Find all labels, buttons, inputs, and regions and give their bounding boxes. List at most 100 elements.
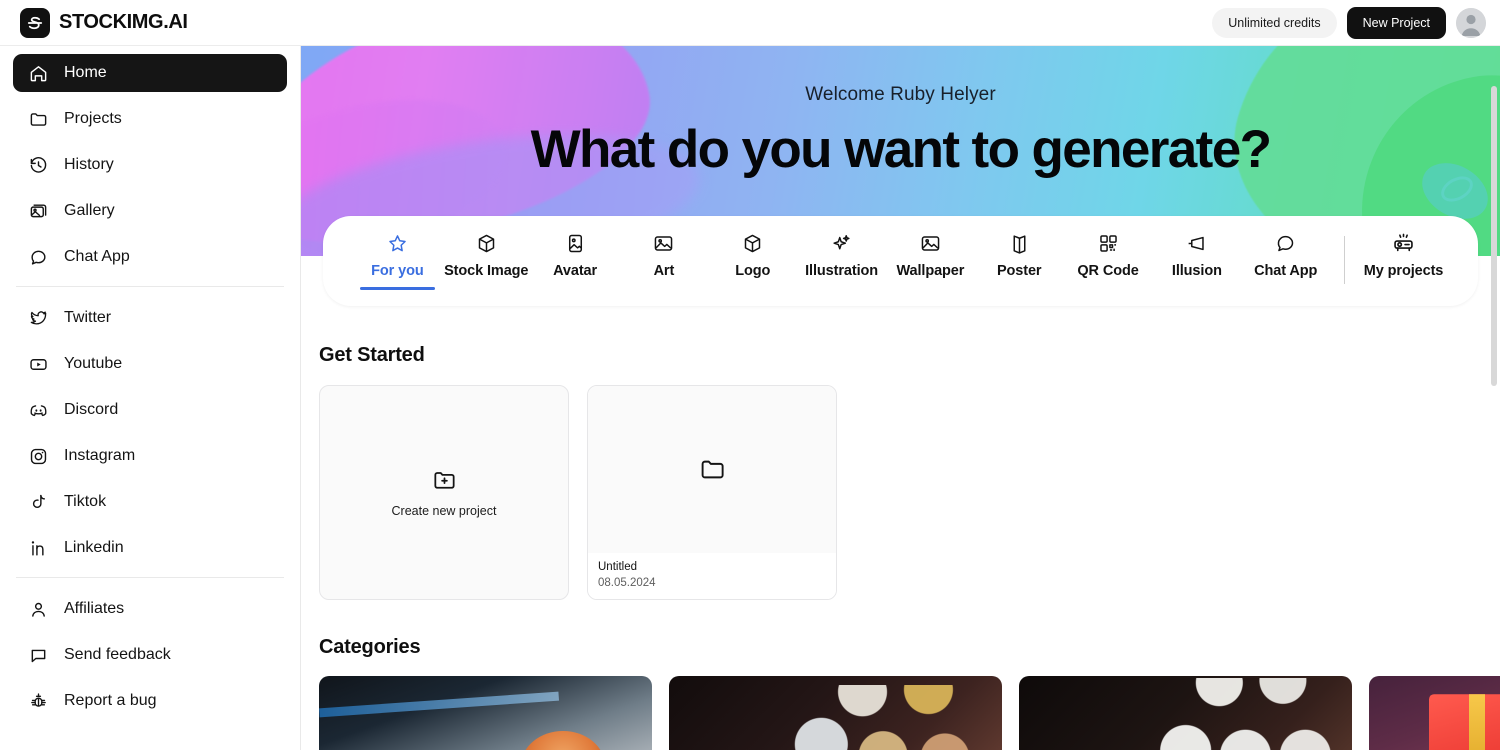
sidebar-item-label: Discord bbox=[64, 401, 119, 418]
box-icon bbox=[476, 232, 497, 254]
image-icon bbox=[653, 232, 674, 254]
app-root: STOCKIMG.AI Unlimited credits New Projec… bbox=[0, 0, 1500, 750]
sidebar-item-report-a-bug[interactable]: Report a bug bbox=[13, 682, 287, 720]
sidebar-divider-1 bbox=[16, 286, 284, 287]
tab-stock-image[interactable]: Stock Image bbox=[442, 232, 531, 290]
tab-poster[interactable]: Poster bbox=[975, 232, 1064, 290]
project-date: 08.05.2024 bbox=[598, 577, 656, 589]
tab-wallpaper[interactable]: Wallpaper bbox=[886, 232, 975, 290]
body: Home Projects History Gallery Chat App T… bbox=[0, 46, 1500, 750]
youtube-icon bbox=[29, 355, 48, 374]
tiktok-icon bbox=[29, 493, 48, 512]
credits-button[interactable]: Unlimited credits bbox=[1212, 7, 1337, 38]
category-thumb-1[interactable] bbox=[319, 676, 652, 750]
tab-label: Illustration bbox=[805, 263, 879, 279]
sidebar-item-youtube[interactable]: Youtube bbox=[13, 345, 287, 383]
tab-label: For you bbox=[371, 263, 424, 279]
tab-qr-code[interactable]: QR Code bbox=[1064, 232, 1153, 290]
project-card[interactable]: Untitled 08.05.2024 bbox=[587, 385, 837, 600]
sidebar-item-instagram[interactable]: Instagram bbox=[13, 437, 287, 475]
tab-label: Poster bbox=[996, 263, 1042, 279]
sidebar-item-label: History bbox=[64, 156, 114, 173]
tab-label: Illusion bbox=[1171, 263, 1222, 279]
sidebar-item-label: Instagram bbox=[64, 447, 136, 464]
tab-art[interactable]: Art bbox=[619, 232, 708, 290]
sidebar-item-history[interactable]: History bbox=[13, 146, 287, 184]
sidebar-item-linkedin[interactable]: Linkedin bbox=[13, 529, 287, 567]
map-icon bbox=[1009, 232, 1030, 254]
sidebar-item-home[interactable]: Home bbox=[13, 54, 287, 92]
sidebar-item-label: Send feedback bbox=[64, 646, 171, 663]
projector-icon bbox=[1392, 232, 1415, 254]
categories-title: Categories bbox=[319, 636, 421, 658]
sidebar-item-label: Projects bbox=[64, 110, 122, 127]
tab-divider bbox=[1344, 236, 1346, 284]
category-thumb-4[interactable] bbox=[1369, 676, 1500, 750]
sidebar-item-label: Chat App bbox=[64, 248, 130, 265]
tab-label: My projects bbox=[1363, 263, 1444, 279]
qr-code-icon bbox=[1098, 232, 1119, 254]
content-scroll-area: Get Started Create new project Untitled … bbox=[301, 256, 1500, 750]
welcome-text: Welcome Ruby Helyer bbox=[805, 84, 996, 105]
sidebar-item-tiktok[interactable]: Tiktok bbox=[13, 483, 287, 521]
sidebar-item-affiliates[interactable]: Affiliates bbox=[13, 590, 287, 628]
sidebar-item-send-feedback[interactable]: Send feedback bbox=[13, 636, 287, 674]
tab-label: Wallpaper bbox=[896, 263, 965, 279]
twitter-icon bbox=[29, 309, 48, 328]
sidebar-item-projects[interactable]: Projects bbox=[13, 100, 287, 138]
scrollbar-thumb[interactable] bbox=[1491, 86, 1497, 386]
image-icon bbox=[920, 232, 941, 254]
box-icon bbox=[742, 232, 763, 254]
project-meta: Untitled 08.05.2024 bbox=[588, 553, 836, 599]
sidebar-item-twitter[interactable]: Twitter bbox=[13, 299, 287, 337]
tab-label: QR Code bbox=[1077, 263, 1139, 279]
tabs: For you Stock Image Avatar Art Logo Illu… bbox=[353, 232, 1448, 290]
get-started-cards: Create new project Untitled 08.05.2024 bbox=[319, 385, 1482, 600]
stockimg-logo-icon bbox=[20, 7, 50, 38]
message-icon bbox=[29, 646, 48, 665]
sidebar-item-label: Twitter bbox=[64, 309, 112, 326]
page-title: What do you want to generate? bbox=[530, 120, 1272, 179]
instagram-icon bbox=[29, 447, 48, 466]
brand-name: STOCKIMG.AI bbox=[59, 11, 188, 33]
sidebar-item-chat-app[interactable]: Chat App bbox=[13, 238, 287, 276]
sidebar-item-label: Youtube bbox=[64, 355, 123, 372]
tab-label: Chat App bbox=[1254, 263, 1318, 279]
tab-label: Avatar bbox=[553, 263, 598, 279]
brand[interactable]: STOCKIMG.AI bbox=[14, 7, 188, 38]
new-project-button[interactable]: New Project bbox=[1346, 6, 1446, 39]
folder-icon bbox=[699, 456, 726, 483]
illusion-icon bbox=[1186, 232, 1207, 254]
sidebar-item-gallery[interactable]: Gallery bbox=[13, 192, 287, 230]
tab-avatar[interactable]: Avatar bbox=[531, 232, 620, 290]
get-started-title: Get Started bbox=[319, 344, 425, 366]
categories-row bbox=[319, 676, 1500, 750]
bug-icon bbox=[29, 692, 48, 711]
project-title: Untitled bbox=[598, 561, 637, 573]
header-actions: Unlimited credits New Project bbox=[1212, 6, 1486, 39]
folder-plus-icon bbox=[432, 468, 457, 493]
sidebar-item-label: Report a bug bbox=[64, 692, 157, 709]
sidebar-item-discord[interactable]: Discord bbox=[13, 391, 287, 429]
main-content: Welcome Ruby Helyer What do you want to … bbox=[301, 46, 1500, 750]
sidebar-item-label: Affiliates bbox=[64, 600, 125, 617]
user-avatar-icon[interactable] bbox=[1456, 7, 1486, 38]
tab-chat-app[interactable]: Chat App bbox=[1241, 232, 1330, 290]
home-icon bbox=[29, 64, 48, 83]
create-new-project-label: Create new project bbox=[391, 503, 497, 518]
create-new-project-card[interactable]: Create new project bbox=[319, 385, 569, 600]
sidebar-divider-2 bbox=[16, 577, 284, 578]
chat-bubble-icon bbox=[29, 248, 48, 267]
category-thumb-2[interactable] bbox=[669, 676, 1002, 750]
tab-my-projects[interactable]: My projects bbox=[1359, 232, 1448, 290]
folder-icon bbox=[29, 110, 48, 129]
tab-label: Stock Image bbox=[444, 263, 529, 279]
page-scrollbar[interactable] bbox=[1490, 46, 1498, 750]
category-thumb-3[interactable] bbox=[1019, 676, 1352, 750]
sparkle-icon bbox=[831, 232, 852, 254]
sidebar-item-label: Tiktok bbox=[64, 493, 107, 510]
tab-illustration[interactable]: Illustration bbox=[797, 232, 886, 290]
tab-for-you[interactable]: For you bbox=[353, 232, 442, 290]
tab-illusion[interactable]: Illusion bbox=[1152, 232, 1241, 290]
tab-logo[interactable]: Logo bbox=[708, 232, 797, 290]
